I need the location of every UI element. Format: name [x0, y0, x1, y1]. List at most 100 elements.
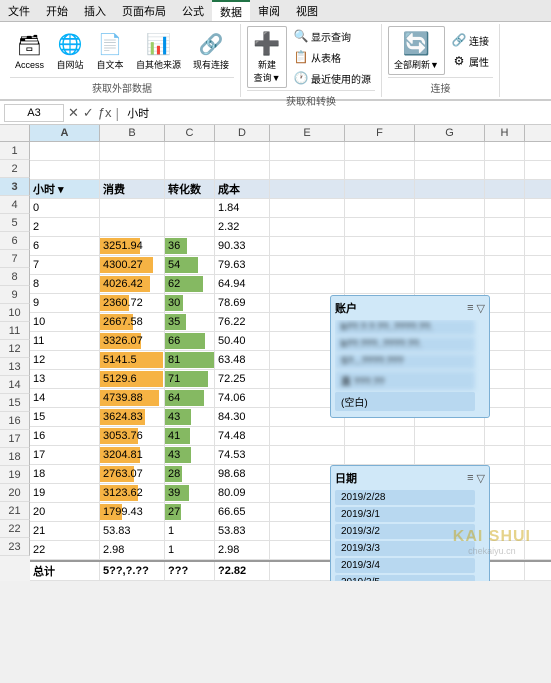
recent-sources-button[interactable]: 🕐 最近使用的源: [289, 68, 375, 88]
cell-B21[interactable]: 53.83: [100, 522, 165, 540]
row-num-11[interactable]: 11: [0, 322, 30, 340]
row-num-23[interactable]: 23: [0, 538, 30, 556]
tab-file[interactable]: 文件: [0, 0, 38, 21]
cell-G1[interactable]: [415, 142, 485, 160]
tab-view[interactable]: 视图: [288, 0, 326, 21]
properties-button[interactable]: ⚙ 属性: [447, 51, 493, 71]
cell-H6[interactable]: [485, 237, 525, 255]
cell-F7[interactable]: [345, 256, 415, 274]
cell-A13[interactable]: 13: [30, 370, 100, 388]
cell-H12[interactable]: [485, 351, 525, 369]
cell-H11[interactable]: [485, 332, 525, 350]
col-header-H[interactable]: H: [485, 125, 525, 141]
cell-D13[interactable]: 72.25: [215, 370, 270, 388]
cell-H1[interactable]: [485, 142, 525, 160]
cell-C22[interactable]: 1: [165, 541, 215, 559]
row-num-15[interactable]: 15: [0, 394, 30, 412]
cell-A15[interactable]: 15: [30, 408, 100, 426]
cell-C12[interactable]: 81: [165, 351, 215, 369]
cell-B11[interactable]: 3326.07: [100, 332, 165, 350]
cell-C20[interactable]: 27: [165, 503, 215, 521]
cell-H23[interactable]: [485, 562, 525, 580]
cell-D5[interactable]: 2.32: [215, 218, 270, 236]
cell-B16[interactable]: 3053.76: [100, 427, 165, 445]
row-num-5[interactable]: 5: [0, 214, 30, 232]
cell-H19[interactable]: [485, 484, 525, 502]
cell-C11[interactable]: 66: [165, 332, 215, 350]
row-num-7[interactable]: 7: [0, 250, 30, 268]
cell-D6[interactable]: 90.33: [215, 237, 270, 255]
cell-H13[interactable]: [485, 370, 525, 388]
show-query-button[interactable]: 🔍 显示查询: [289, 26, 375, 46]
cell-D1[interactable]: [215, 142, 270, 160]
tab-formula[interactable]: 公式: [174, 0, 212, 21]
tab-insert[interactable]: 插入: [76, 0, 114, 21]
from-table-button[interactable]: 📋 从表格: [289, 47, 375, 67]
cell-D4[interactable]: 1.84: [215, 199, 270, 217]
cell-G6[interactable]: [415, 237, 485, 255]
cell-A14[interactable]: 14: [30, 389, 100, 407]
list-item[interactable]: 直 ???.??: [335, 371, 475, 390]
row-num-8[interactable]: 8: [0, 268, 30, 286]
row-num-14[interactable]: 14: [0, 376, 30, 394]
col-header-B[interactable]: B: [100, 125, 165, 141]
cell-E7[interactable]: [270, 256, 345, 274]
cell-C21[interactable]: 1: [165, 522, 215, 540]
cell-D22[interactable]: 2.98: [215, 541, 270, 559]
cell-A11[interactable]: 11: [30, 332, 100, 350]
cell-A18[interactable]: 18: [30, 465, 100, 483]
cell-B19[interactable]: 3123.62: [100, 484, 165, 502]
cell-A8[interactable]: 8: [30, 275, 100, 293]
cell-D7[interactable]: 79.63: [215, 256, 270, 274]
cell-D17[interactable]: 74.53: [215, 446, 270, 464]
cell-A2[interactable]: [30, 161, 100, 179]
row-num-18[interactable]: 18: [0, 448, 30, 466]
cell-B9[interactable]: 2360.72: [100, 294, 165, 312]
cell-C6[interactable]: 36: [165, 237, 215, 255]
row-num-4[interactable]: 4: [0, 196, 30, 214]
cell-reference[interactable]: [4, 104, 64, 122]
cell-E5[interactable]: [270, 218, 345, 236]
cell-A3[interactable]: 小时 ▾: [30, 180, 100, 198]
row-num-9[interactable]: 9: [0, 286, 30, 304]
cell-B8[interactable]: 4026.42: [100, 275, 165, 293]
filter-sort-icon[interactable]: ≡: [467, 302, 473, 315]
cell-C14[interactable]: 64: [165, 389, 215, 407]
filter-funnel-icon[interactable]: ▽: [477, 302, 485, 315]
cell-B1[interactable]: [100, 142, 165, 160]
cell-B3[interactable]: 消费: [100, 180, 165, 198]
cell-H14[interactable]: [485, 389, 525, 407]
cell-G8[interactable]: [415, 275, 485, 293]
cell-E8[interactable]: [270, 275, 345, 293]
cell-E3[interactable]: [270, 180, 345, 198]
row-num-6[interactable]: 6: [0, 232, 30, 250]
cell-B2[interactable]: [100, 161, 165, 179]
new-query-button[interactable]: ➕ 新建查询▼: [247, 26, 287, 88]
row-num-20[interactable]: 20: [0, 484, 30, 502]
cell-A16[interactable]: 16: [30, 427, 100, 445]
list-item[interactable]: 2019/3/4: [335, 558, 475, 573]
cell-C3[interactable]: 转化数: [165, 180, 215, 198]
cell-G16[interactable]: [415, 427, 485, 445]
cell-D16[interactable]: 74.48: [215, 427, 270, 445]
cell-A6[interactable]: 6: [30, 237, 100, 255]
cell-F3[interactable]: [345, 180, 415, 198]
cell-F4[interactable]: [345, 199, 415, 217]
row-num-13[interactable]: 13: [0, 358, 30, 376]
cell-H15[interactable]: [485, 408, 525, 426]
cell-H5[interactable]: [485, 218, 525, 236]
cell-C7[interactable]: 54: [165, 256, 215, 274]
cell-C15[interactable]: 43: [165, 408, 215, 426]
cell-E4[interactable]: [270, 199, 345, 217]
cell-G3[interactable]: [415, 180, 485, 198]
col-header-E[interactable]: E: [270, 125, 345, 141]
row-num-22[interactable]: 22: [0, 520, 30, 538]
cell-D19[interactable]: 80.09: [215, 484, 270, 502]
row-num-2[interactable]: 2: [0, 160, 30, 178]
tab-page-layout[interactable]: 页面布局: [114, 0, 174, 21]
list-item[interactable]: b??.???..????.??.: [335, 337, 475, 352]
cell-A9[interactable]: 9: [30, 294, 100, 312]
row-num-3[interactable]: 3: [0, 178, 30, 196]
cell-C18[interactable]: 28: [165, 465, 215, 483]
cell-F16[interactable]: [345, 427, 415, 445]
